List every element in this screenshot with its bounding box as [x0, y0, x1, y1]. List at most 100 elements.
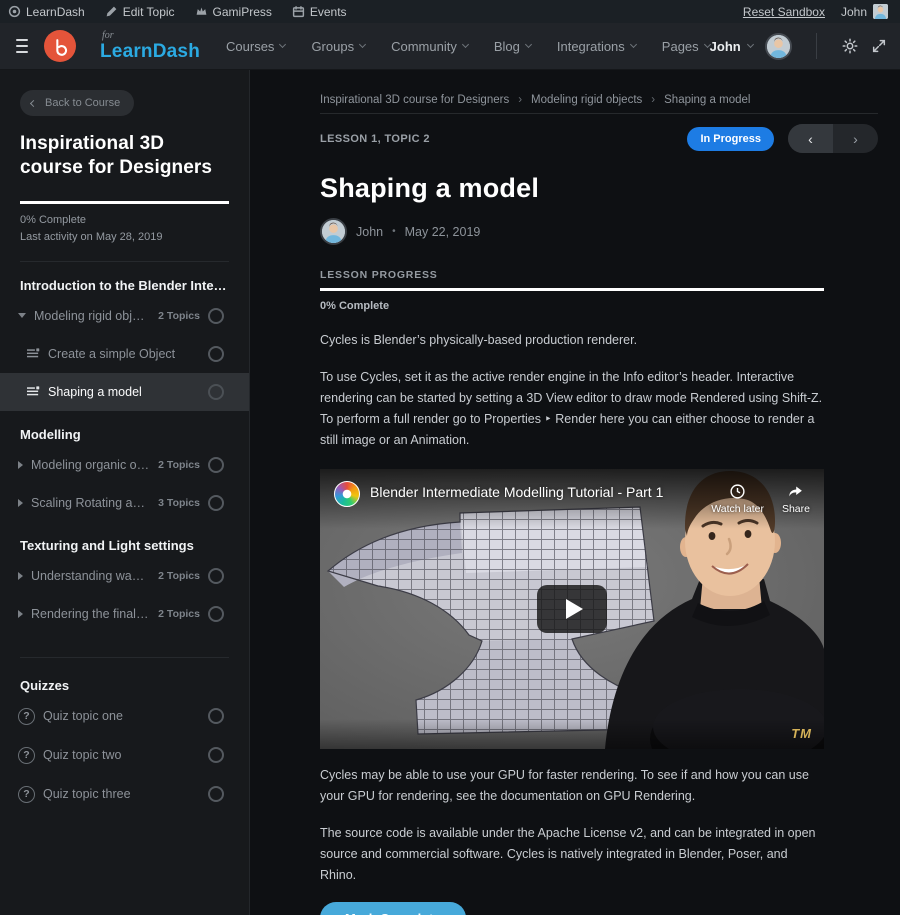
admin-bar-right: Reset Sandbox John [743, 4, 888, 19]
reset-sandbox-link[interactable]: Reset Sandbox [743, 5, 825, 19]
video-player[interactable]: Blender Intermediate Modelling Tutorial … [320, 469, 824, 749]
menu-toggle-icon[interactable] [16, 39, 28, 53]
chevron-down-icon [525, 41, 532, 48]
main-nav: Courses Groups Community Blog Integratio… [226, 39, 710, 54]
sidebar-topic-create-a-simple-object[interactable]: Create a simple Object [0, 335, 249, 373]
course-progress-bar [20, 201, 229, 204]
user-menu[interactable]: John [710, 39, 753, 54]
topics-count: 2 Topics [158, 459, 200, 471]
sidebar-lesson-modeling-rigid-objects[interactable]: Modeling rigid objects 2 Topics [0, 297, 249, 335]
clock-icon [729, 483, 746, 500]
topics-count: 2 Topics [158, 310, 200, 322]
mark-complete-button[interactable]: Mark Complete [320, 902, 466, 915]
lesson-progress-label: LESSON PROGRESS [320, 269, 880, 281]
previous-topic-button[interactable]: ‹ [788, 124, 833, 153]
divider [20, 261, 229, 262]
calendar-icon [292, 5, 305, 18]
sidebar-lesson-rendering-final-output[interactable]: Rendering the final output 2 Topics [0, 595, 249, 633]
buddyboss-logo[interactable] [44, 30, 76, 62]
breadcrumb-lesson-link[interactable]: Modeling rigid objects [531, 94, 655, 106]
progress-ring [208, 747, 224, 763]
channel-avatar[interactable] [334, 481, 360, 507]
nav-item-pages[interactable]: Pages [662, 39, 710, 54]
lesson-paragraph: The source code is available under the A… [320, 823, 824, 886]
sidebar-quiz-topic-two[interactable]: Quiz topic two [0, 736, 249, 775]
expand-icon [18, 572, 23, 580]
topics-count: 3 Topics [158, 497, 200, 509]
topic-list-icon [27, 385, 40, 398]
share-arrow-icon [787, 483, 804, 500]
admin-bar-item-events[interactable]: Events [292, 5, 347, 19]
chevron-down-icon [359, 41, 366, 48]
nav-item-community[interactable]: Community [391, 39, 468, 54]
sun-icon [841, 37, 859, 55]
watch-later-button[interactable]: Watch later [711, 483, 764, 515]
section-heading-quizzes: Quizzes [20, 678, 229, 693]
progress-ring [208, 308, 224, 324]
quiz-question-icon [18, 708, 35, 725]
progress-ring [208, 346, 224, 362]
admin-bar-account[interactable]: John [841, 4, 888, 19]
chevron-down-icon [747, 41, 754, 48]
sidebar-quiz-topic-one[interactable]: Quiz topic one [0, 697, 249, 736]
separator-dot: • [392, 226, 396, 237]
topic-list-icon [27, 347, 40, 360]
site-header: for LearnDash Courses Groups Community B… [0, 23, 900, 70]
next-topic-button[interactable]: › [833, 124, 878, 153]
sidebar-lesson-understanding-ways[interactable]: Understanding ways to illuminat… 2 Topic… [0, 557, 249, 595]
play-icon [566, 599, 583, 619]
avatar[interactable] [765, 33, 792, 60]
author-name[interactable]: John [356, 225, 383, 239]
admin-bar-item-learndash[interactable]: LearnDash [8, 5, 85, 19]
nav-item-integrations[interactable]: Integrations [557, 39, 636, 54]
video-title[interactable]: Blender Intermediate Modelling Tutorial … [370, 484, 701, 500]
nav-item-courses[interactable]: Courses [226, 39, 285, 54]
expand-arrows-icon [871, 38, 887, 54]
nav-item-groups[interactable]: Groups [311, 39, 365, 54]
admin-bar-label: Edit Topic [123, 5, 175, 19]
lesson-paragraph: Cycles is Blender’s physically-based pro… [320, 330, 824, 351]
avatar[interactable] [320, 218, 347, 245]
sidebar-lesson-scaling-rotating[interactable]: Scaling Rotating and Transformi… 3 Topic… [0, 484, 249, 522]
section-heading-texturing: Texturing and Light settings [20, 538, 229, 553]
sidebar-topic-shaping-a-model[interactable]: Shaping a model [0, 373, 249, 411]
divider [20, 657, 229, 658]
admin-bar-left: LearnDash Edit Topic GamiPress Events [8, 5, 347, 19]
dark-mode-toggle-icon[interactable] [841, 37, 859, 55]
pencil-icon [105, 5, 118, 18]
admin-bar-label: GamiPress [213, 5, 272, 19]
topics-count: 2 Topics [158, 570, 200, 582]
wp-admin-bar: LearnDash Edit Topic GamiPress Events Re… [0, 0, 900, 23]
admin-bar-item-gamipress[interactable]: GamiPress [195, 5, 272, 19]
topics-count: 2 Topics [158, 608, 200, 620]
lesson-progress-percent: 0% Complete [320, 300, 880, 312]
lesson-paragraph: Cycles may be able to use your GPU for f… [320, 765, 824, 807]
trophy-icon [195, 5, 208, 18]
admin-bar-item-edit-topic[interactable]: Edit Topic [105, 5, 175, 19]
author-row: John • May 22, 2019 [320, 218, 880, 245]
course-title: Inspirational 3D course for Designers [20, 132, 229, 181]
back-to-course-button[interactable]: Back to Course [20, 90, 134, 116]
expand-icon [18, 461, 23, 469]
admin-bar-label: Events [310, 5, 347, 19]
sidebar-quiz-topic-three[interactable]: Quiz topic three [0, 775, 249, 814]
breadcrumb-course-link[interactable]: Inspirational 3D course for Designers [320, 94, 522, 106]
post-date: May 22, 2019 [405, 225, 481, 239]
back-to-course-label: Back to Course [45, 97, 120, 109]
lesson-progress-bar [320, 288, 824, 291]
video-header: Blender Intermediate Modelling Tutorial … [320, 469, 824, 529]
video-actions: Watch later Share [711, 483, 810, 515]
section-heading-introduction: Introduction to the Blender Interface 8 … [20, 278, 229, 293]
nav-item-blog[interactable]: Blog [494, 39, 531, 54]
brand-logo[interactable]: for LearnDash [100, 31, 200, 61]
progress-ring [208, 495, 224, 511]
fullscreen-icon[interactable] [871, 38, 887, 54]
breadcrumb-current: Shaping a model [664, 94, 750, 106]
play-button[interactable] [537, 585, 607, 633]
topic-pagination: ‹ › [788, 124, 878, 153]
sidebar-lesson-modeling-organic-objects[interactable]: Modeling organic objects 2 Topics [0, 446, 249, 484]
course-progress-text: 0% Complete [20, 214, 229, 226]
topic-content: Inspirational 3D course for Designers Mo… [250, 70, 900, 915]
share-button[interactable]: Share [782, 483, 810, 515]
page-title: Shaping a model [320, 173, 880, 204]
